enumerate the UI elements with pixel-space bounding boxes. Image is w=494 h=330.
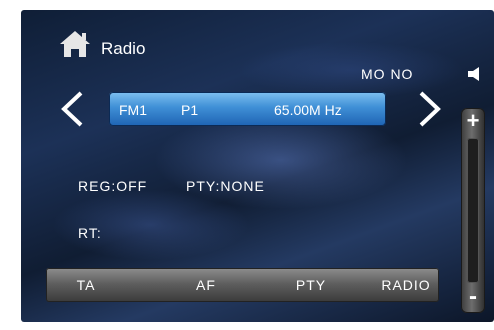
radio-button[interactable]: RADIO [371, 268, 441, 302]
function-bar: TA AF PTY RADIO [46, 268, 439, 302]
reg-status: REG:OFF [78, 178, 148, 194]
radio-text-label: RT: [78, 225, 102, 241]
af-button[interactable]: AF [176, 268, 236, 302]
stereo-mode-label: MO NO [361, 66, 414, 82]
volume-up-button[interactable]: + [461, 110, 485, 132]
preset-label: P1 [181, 102, 199, 118]
page-title: Radio [101, 39, 146, 58]
volume-track[interactable] [467, 138, 479, 283]
radio-screen: Radio MO NO FM1 P1 65.00M Hz REG:OFF PTY… [21, 10, 494, 322]
band-label: FM1 [119, 102, 147, 118]
pty-button[interactable]: PTY [281, 268, 341, 302]
home-icon[interactable] [58, 29, 92, 59]
speaker-icon[interactable] [466, 66, 484, 82]
chevron-left-icon[interactable] [59, 90, 85, 128]
frequency-value: 65.00M Hz [274, 102, 342, 118]
volume-down-button[interactable]: - [461, 285, 485, 309]
frequency-display: FM1 P1 65.00M Hz [109, 92, 386, 126]
ta-button[interactable]: TA [56, 268, 116, 302]
pty-status: PTY:NONE [186, 178, 265, 194]
chevron-right-icon[interactable] [417, 90, 443, 128]
